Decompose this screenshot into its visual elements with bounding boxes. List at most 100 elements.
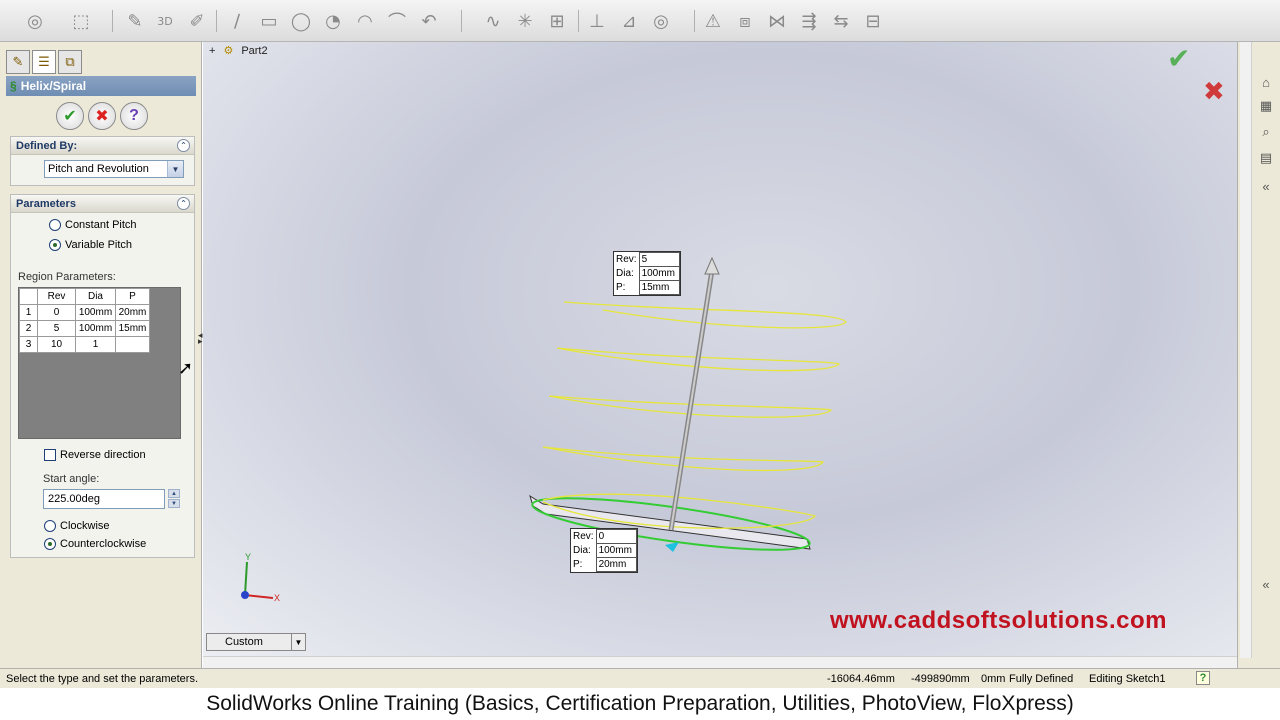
table-header-cell: Rev [37,288,76,305]
spin-down-icon[interactable]: ▼ [168,499,180,508]
chevron-down-icon[interactable]: ▼ [167,161,183,177]
callout-value[interactable]: 15mm [638,280,680,295]
table-cell[interactable]: 5 [37,320,76,337]
feature-manager-tab[interactable]: ✎ [6,50,30,74]
table-cell[interactable]: 10 [37,336,76,353]
toolbar-separator [112,10,113,32]
point-icon[interactable]: ✳ [512,8,538,34]
sketch-icon[interactable]: ◎ [22,8,48,34]
start-point-marker[interactable] [665,542,679,552]
line-icon[interactable]: ∕ [224,8,250,34]
callout-value[interactable]: 20mm [595,557,637,572]
view-orientation-select[interactable]: Custom ▼ [206,633,306,651]
start-angle-label: Start angle: [43,473,100,485]
design-library-icon[interactable]: ▦ [1256,96,1276,116]
polygon-icon[interactable]: ◎ [648,8,674,34]
start-angle-input[interactable]: 225.00deg [43,489,165,509]
parameters-header[interactable]: Parameters ⌃ [11,195,194,213]
plane-icon[interactable]: ⊞ [544,8,570,34]
collapse-icon[interactable]: ⌃ [177,197,190,210]
constant-pitch-label: Constant Pitch [65,219,137,231]
expand-pane-icon[interactable]: « [1256,176,1276,196]
constant-pitch-option[interactable]: Constant Pitch [49,219,137,231]
table-cell[interactable]: 100mm [75,320,116,337]
fillet-icon[interactable]: ⊿ [616,8,642,34]
home-icon[interactable]: ⌂ [1256,72,1276,92]
spin-up-icon[interactable]: ▲ [168,489,180,498]
region-parameters-label: Region Parameters: [18,271,116,283]
row-index: 3 [19,336,38,353]
table-cell[interactable]: 15mm [115,320,150,337]
cancel-button[interactable]: ✖ [88,102,116,130]
callout-rev-0[interactable]: Rev: 0 Dia: 100mm P: 20mm [570,528,638,573]
variable-pitch-radio[interactable] [49,239,61,251]
table-cell[interactable] [115,336,150,353]
callout-value[interactable]: 100mm [638,266,680,281]
collapse-icon[interactable]: ⌃ [177,139,190,152]
offset-icon[interactable]: ⧈ [732,8,758,34]
reverse-direction-option[interactable]: Reverse direction [44,449,146,461]
table-cell[interactable]: 0 [37,304,76,321]
dimension-icon[interactable]: ⊥ [584,8,610,34]
help-icon[interactable]: ? [1196,671,1210,685]
table-row: 1 0 100mm 20mm [19,304,150,321]
extend-icon[interactable]: ⇶ [796,8,822,34]
mirror-icon[interactable]: ⚠ [700,8,726,34]
row-index: 1 [19,304,38,321]
triad-y-label: Y [245,552,251,562]
circle-icon[interactable]: ◯ [288,8,314,34]
counterclockwise-option[interactable]: Counterclockwise [44,538,146,550]
defined-by-header[interactable]: Defined By: ⌃ [11,137,194,155]
callout-label: P: [573,559,583,570]
move-icon[interactable]: ⇆ [828,8,854,34]
ok-button[interactable]: ✔ [56,102,84,130]
smart-dimension-icon[interactable]: ⬚ [68,8,94,34]
edit-sketch-icon[interactable]: ✎ [122,8,148,34]
tangent-arc-icon[interactable]: ◠ [352,8,378,34]
reverse-direction-checkbox[interactable] [44,449,56,461]
configuration-manager-tab[interactable]: ⧉ [58,50,82,74]
property-manager: ✎ ☰ ⧉ § Helix/Spiral ✔ ✖ ? Defined By: ⌃… [0,42,203,668]
file-explorer-icon[interactable]: ⌕ [1256,122,1276,142]
callout-rev-5[interactable]: Rev: 5 Dia: 100mm P: 15mm [613,251,681,296]
parameters-group: Parameters ⌃ Constant Pitch Variable Pit… [10,194,195,558]
table-cell[interactable]: 1 [75,336,116,353]
table-cell[interactable]: 100mm [75,304,116,321]
trim-icon[interactable]: ⋈ [764,8,790,34]
triad-x-axis [244,594,274,599]
spline-icon[interactable]: ∿ [480,8,506,34]
vertical-scrollbar[interactable] [1240,42,1252,658]
variable-pitch-option[interactable]: Variable Pitch [49,239,132,251]
centerpoint-arc-icon[interactable]: ↶ [416,8,442,34]
property-manager-tab[interactable]: ☰ [32,50,56,74]
helix-preview: Y X [241,256,847,603]
axis-arrowhead [704,256,720,275]
callout-label: Dia: [616,268,634,279]
horizontal-scrollbar[interactable] [203,656,1237,668]
callout-value[interactable]: 5 [638,252,680,267]
sketch-pen-icon[interactable]: ✐ [184,8,210,34]
3d-sketch-icon[interactable]: 3D [152,8,178,34]
chevron-down-icon[interactable]: ▼ [291,634,305,650]
row-index: 2 [19,320,38,337]
defined-by-select[interactable]: Pitch and Revolution ▼ [44,160,184,178]
pattern-icon[interactable]: ⊟ [860,8,886,34]
region-parameters-grid[interactable]: Rev Dia P 1 0 100mm 20mm 2 5 100mm 15mm [18,287,181,439]
callout-value[interactable]: 0 [595,529,637,544]
perimeter-circle-icon[interactable]: ◔ [320,8,346,34]
callout-value[interactable]: 100mm [595,543,637,558]
collapse-pane-icon[interactable]: « [1256,574,1276,594]
constant-pitch-radio[interactable] [49,219,61,231]
mouse-cursor-icon: ➚ [178,358,194,378]
z-coordinate: 0mm [981,673,1006,685]
three-point-arc-icon[interactable]: ⌒ [384,8,410,34]
clockwise-option[interactable]: Clockwise [44,520,110,532]
view-palette-icon[interactable]: ▤ [1256,148,1276,168]
panel-splitter-grip[interactable]: ◂ ▸ [198,331,203,346]
counterclockwise-radio[interactable] [44,538,56,550]
table-cell[interactable]: 20mm [115,304,150,321]
graphics-area[interactable]: + ⚙ Part2 ✔ ✖ Y X Rev: 5 Dia: 100mm P: 1… [203,42,1237,658]
rectangle-icon[interactable]: ▭ [256,8,282,34]
help-button[interactable]: ? [120,102,148,130]
clockwise-radio[interactable] [44,520,56,532]
